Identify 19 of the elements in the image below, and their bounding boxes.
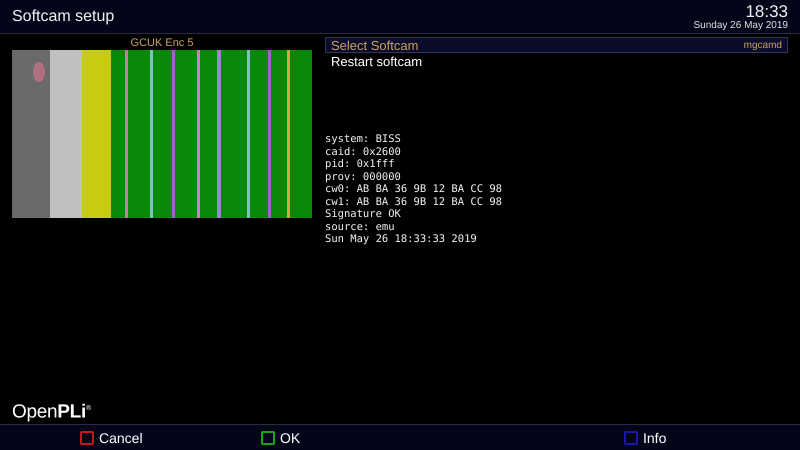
info-line: cw0: AB BA 36 9B 12 BA CC 98 (325, 183, 504, 196)
info-line: source: emu (325, 220, 396, 233)
clock-time: 18:33 (745, 2, 788, 20)
channel-name: GCUK Enc 5 (130, 37, 194, 50)
info-line: Sun May 26 18:33:33 2019 (325, 233, 478, 246)
menu-item[interactable]: Select Softcam mgcamd (325, 37, 788, 53)
brand-logo: OpenPLi$^{®}$ (12, 400, 91, 424)
info-line: prov: 000000 (325, 170, 402, 183)
info-line: Signature OK (325, 208, 402, 220)
menu-item[interactable]: Restart softcam (325, 53, 788, 69)
info-line: cw1: AB BA 36 9B 12 BA CC 98 (325, 196, 504, 208)
info-line: pid: 0x1fff (325, 158, 396, 170)
key-label[interactable]: Cancel (99, 430, 143, 446)
screen-title: Softcam setup (12, 8, 114, 26)
info-line: system: BISS (325, 133, 402, 146)
clock-date: Sunday 26 May 2019 (693, 20, 788, 30)
info-line: caid: 0x2600 (325, 146, 402, 158)
key-label[interactable]: Info (643, 430, 666, 446)
key-label[interactable]: OK (280, 430, 300, 446)
